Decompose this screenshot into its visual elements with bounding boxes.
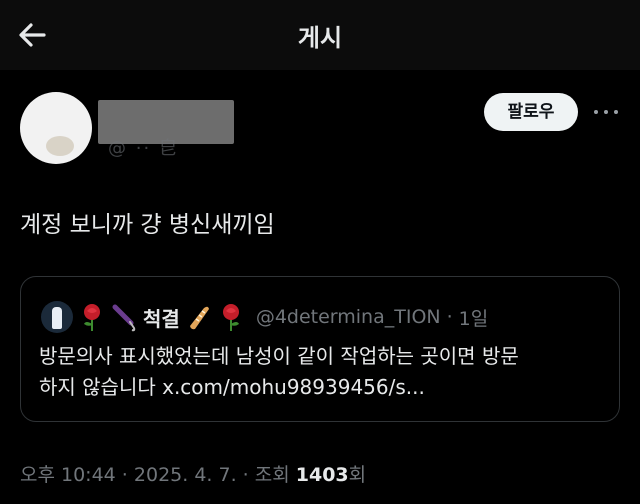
quote-avatar[interactable]	[41, 301, 73, 333]
views-label: 조회	[254, 464, 296, 486]
avatar[interactable]	[20, 92, 92, 164]
follow-button[interactable]: 팔로우	[484, 93, 578, 131]
meta-separator: ·	[115, 464, 134, 486]
quote-header: 척결 @4determina_TION · 1일	[79, 299, 488, 335]
post-meta: 오후 10:44 · 2025. 4. 7. · 조회 1403회	[20, 460, 366, 487]
more-button[interactable]	[590, 96, 622, 126]
page-title: 게시	[297, 24, 343, 52]
more-horizontal-icon	[594, 110, 598, 114]
rose-icon	[84, 304, 100, 331]
post-text: 계정 보니까 걍 병신새끼임	[20, 212, 275, 238]
post-date[interactable]: 2025. 4. 7.	[134, 464, 237, 486]
quote-timestamp[interactable]: 1일	[459, 304, 489, 331]
quote-body-line: 방문의사 표시했었는데 남성이 같이 작업하는 곳이면 방문	[39, 344, 519, 368]
bread-icon	[189, 306, 209, 330]
rose-icon	[222, 304, 239, 331]
quote-body: 방문의사 표시했었는데 남성이 같이 작업하는 곳이면 방문 하지 않습니다 x…	[39, 341, 609, 403]
quote-author-name[interactable]: 척결	[143, 303, 180, 332]
views-suffix: 회	[348, 464, 367, 486]
top-bar: 게시	[0, 0, 640, 70]
author-handle-redacted: @ ·· 皀	[108, 138, 179, 159]
separator-dot: ·	[446, 306, 453, 328]
quote-body-line[interactable]: 하지 않습니다 x.com/mohu98939456/s...	[39, 372, 609, 403]
post-time[interactable]: 오후 10:44	[20, 464, 116, 486]
meta-separator: ·	[236, 464, 255, 486]
quoted-post[interactable]: 척결 @4determina_TION · 1일 방문의사 표시했었는데 남성이…	[20, 276, 620, 422]
views-count[interactable]: 1403	[296, 464, 349, 486]
umbrella-icon	[112, 304, 136, 332]
quote-author-handle[interactable]: @4determina_TION	[256, 306, 441, 328]
